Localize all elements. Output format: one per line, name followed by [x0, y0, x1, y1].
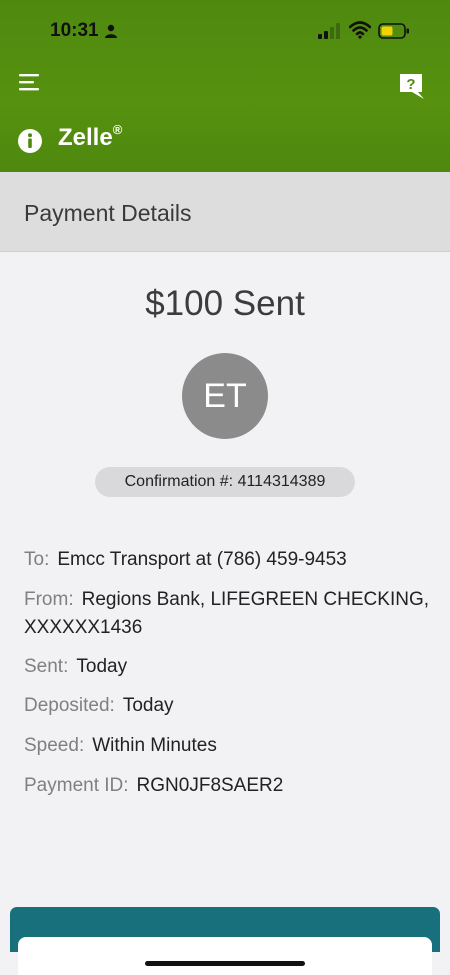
detail-speed: Speed: Within Minutes	[24, 732, 434, 760]
hamburger-menu-icon[interactable]	[19, 72, 43, 92]
detail-label: To:	[24, 549, 50, 570]
detail-sent: Sent: Today	[24, 653, 434, 681]
app-header: 10:31 ? Zelle®	[0, 0, 450, 172]
home-bar-area	[18, 937, 432, 975]
page-title: Payment Details	[24, 200, 192, 226]
detail-label: Deposited:	[24, 695, 115, 716]
primary-action-label	[10, 907, 440, 931]
detail-label: Payment ID:	[24, 775, 129, 796]
help-chat-icon[interactable]: ?	[398, 72, 426, 100]
detail-payment-id: Payment ID: RGN0JF8SAER2	[24, 772, 434, 800]
detail-value: Regions Bank, LIFEGREEN CHECKING, XXXXXX…	[24, 589, 429, 638]
person-icon	[105, 24, 117, 38]
detail-label: From:	[24, 589, 74, 610]
detail-from: From: Regions Bank, LIFEGREEN CHECKING, X…	[24, 586, 434, 642]
detail-deposited: Deposited: Today	[24, 692, 434, 720]
cellular-signal-icon	[318, 23, 340, 39]
detail-to: To: Emcc Transport at (786) 459-9453	[24, 546, 434, 574]
recipient-avatar: ET	[182, 353, 268, 439]
detail-value: Today	[122, 695, 174, 716]
detail-label: Sent:	[24, 656, 69, 677]
detail-label: Speed:	[24, 735, 85, 756]
app-title: Zelle®	[58, 122, 123, 151]
svg-text:?: ?	[406, 76, 415, 93]
detail-value: RGN0JF8SAER2	[136, 775, 284, 796]
confirmation-badge: Confirmation #: 4114314389	[95, 467, 355, 497]
amount-sent: $100 Sent	[145, 284, 305, 323]
battery-icon	[378, 23, 409, 39]
wifi-icon	[349, 21, 371, 39]
home-indicator[interactable]	[145, 961, 305, 966]
detail-value: Today	[76, 656, 128, 677]
status-time: 10:31	[50, 20, 99, 41]
info-icon[interactable]	[17, 128, 43, 154]
detail-value: Within Minutes	[92, 735, 217, 756]
page-subheader: Payment Details	[0, 172, 450, 252]
detail-value: Emcc Transport at (786) 459-9453	[57, 549, 347, 570]
